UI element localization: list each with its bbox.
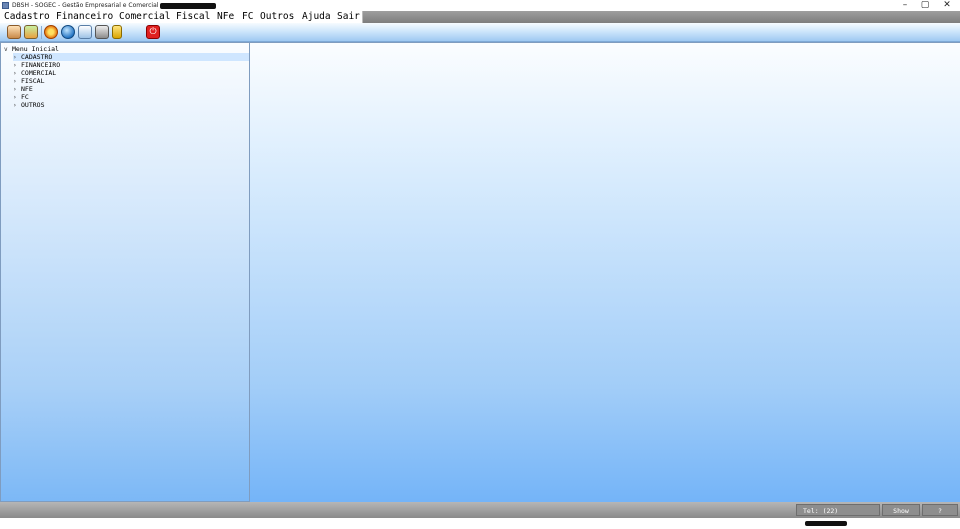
power-icon[interactable]: ⏻ <box>146 25 160 39</box>
orange-circle-icon[interactable] <box>44 25 58 39</box>
chevron-down-icon[interactable]: v <box>4 46 12 54</box>
tree-item-label: CADASTRO <box>21 53 53 61</box>
tree-item-outros[interactable]: › OUTROS <box>13 101 249 109</box>
menu-cadastro[interactable]: Cadastro <box>4 11 50 23</box>
tree-item-label: OUTROS <box>21 101 45 109</box>
workspace-area <box>250 42 960 502</box>
menu-strip: Cadastro Financeiro Comercial Fiscal NFe… <box>0 11 363 23</box>
status-bar: Tel: (22) Show ? <box>0 502 960 526</box>
phone-label: Tel: (22) <box>803 507 839 515</box>
menu-fiscal[interactable]: Fiscal <box>176 11 210 23</box>
menu-financeiro[interactable]: Financeiro <box>56 11 113 23</box>
lock-icon[interactable] <box>112 25 122 39</box>
toolbar-separator <box>41 26 42 39</box>
window-title: DBSH - SOGEC - Gestão Empresarial e Come… <box>12 1 217 10</box>
tree-item-label: FISCAL <box>21 77 45 85</box>
menu-sair[interactable]: Sair <box>337 11 360 23</box>
menu-nfe[interactable]: NFe <box>217 11 234 23</box>
window-title-text: DBSH - SOGEC - Gestão Empresarial e Come… <box>12 2 159 9</box>
help-button[interactable]: ? <box>922 504 958 516</box>
toolbar: ⏻ <box>0 23 960 42</box>
menu-comercial[interactable]: Comercial <box>119 11 170 23</box>
minimize-button[interactable]: – <box>894 0 916 11</box>
chevron-right-icon[interactable]: › <box>13 102 21 110</box>
menu-bar: Cadastro Financeiro Comercial Fiscal NFe… <box>0 11 960 23</box>
maximize-button[interactable]: ▢ <box>914 0 936 11</box>
menu-outros[interactable]: Outros <box>260 11 294 23</box>
users-icon[interactable] <box>24 25 38 39</box>
navigation-tree-pane: v Menu Inicial › CADASTRO › FINANCEIRO › COM… <box>0 42 250 502</box>
computer-icon[interactable] <box>95 25 109 39</box>
tree-item-cadastro[interactable]: › CADASTRO <box>13 53 249 61</box>
tree-root-label: Menu Inicial <box>12 45 59 53</box>
close-button[interactable]: ✕ <box>936 0 958 11</box>
tree-item-label: COMERCIAL <box>21 69 57 77</box>
tree-item-fc[interactable]: › FC <box>13 93 249 101</box>
globe-icon[interactable] <box>61 25 75 39</box>
tree-item-label: FINANCEIRO <box>21 61 61 69</box>
tree-item-nfe[interactable]: › NFE <box>13 85 249 93</box>
menu-fc[interactable]: FC <box>242 11 253 23</box>
tree-root[interactable]: v Menu Inicial <box>4 45 59 53</box>
menu-ajuda[interactable]: Ajuda <box>302 11 331 23</box>
show-button[interactable]: Show <box>882 504 920 516</box>
tree-item-label: NFE <box>21 85 33 93</box>
tree-item-comercial[interactable]: › COMERCIAL <box>13 69 249 77</box>
shield-icon[interactable] <box>78 25 92 39</box>
title-bar: DBSH - SOGEC - Gestão Empresarial e Come… <box>0 0 960 11</box>
tree-item-label: FC <box>21 93 29 101</box>
clients-icon[interactable] <box>7 25 21 39</box>
tree-item-financeiro[interactable]: › FINANCEIRO <box>13 61 249 69</box>
redacted-text <box>160 2 217 9</box>
tree-item-fiscal[interactable]: › FISCAL <box>13 77 249 85</box>
app-icon <box>2 2 9 9</box>
redacted-text <box>805 520 847 526</box>
phone-panel: Tel: (22) <box>796 504 880 526</box>
